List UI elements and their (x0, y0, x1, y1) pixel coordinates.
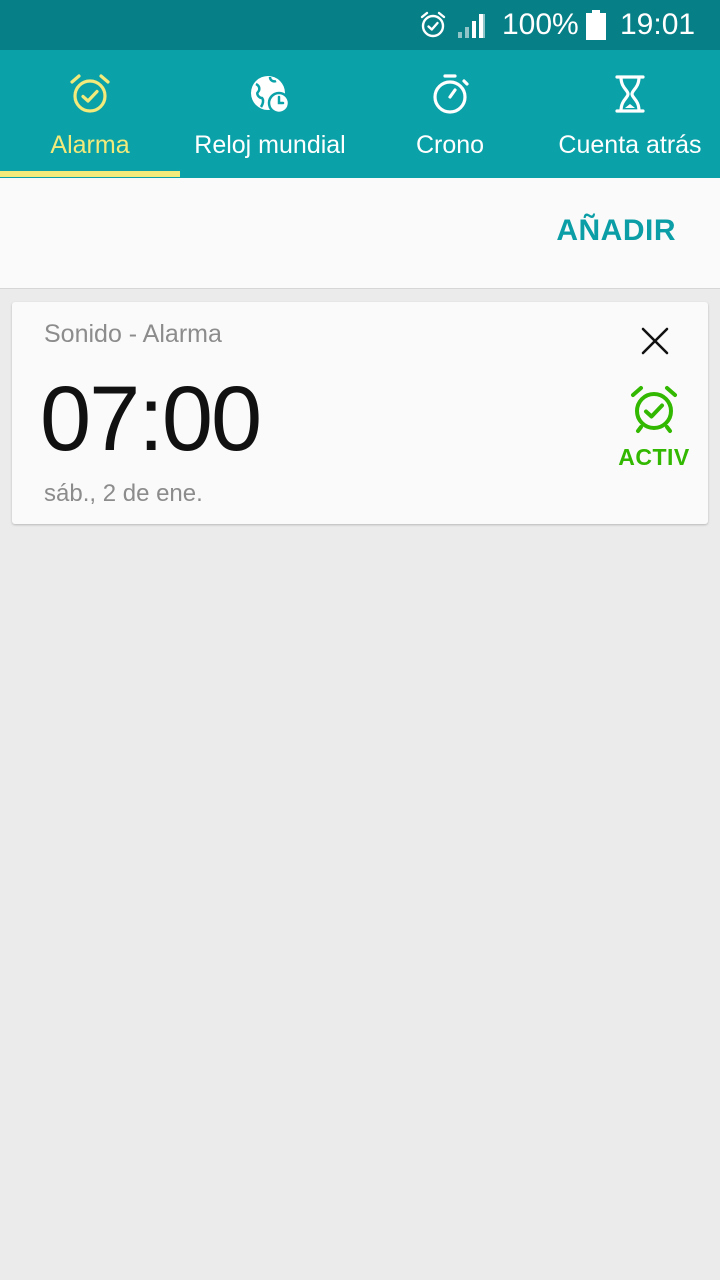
hourglass-icon (615, 75, 645, 113)
battery-percent: 100% (502, 8, 579, 41)
tab-label: Crono (415, 131, 485, 159)
tab-crono[interactable]: Crono (360, 50, 540, 178)
alarm-clock-icon (70, 74, 110, 113)
stopwatch-icon (433, 74, 469, 114)
add-alarm-button[interactable]: AÑADIR (556, 214, 676, 248)
tab-label: Cuenta atrás (558, 131, 702, 159)
world-clock-icon (251, 76, 291, 115)
alarm-date: sáb., 2 de ene. (44, 480, 203, 507)
signal-icon (458, 14, 485, 38)
alarm-toggle-button[interactable]: ACTIV (612, 384, 696, 476)
tab-label: Reloj mundial (194, 131, 346, 159)
status-time: 19:01 (620, 8, 696, 41)
battery-icon (586, 10, 606, 40)
action-bar: AÑADIR (0, 178, 720, 289)
alarm-card[interactable]: Sonido - Alarma 07:00 sáb., 2 de ene. AC… (12, 302, 708, 524)
tab-reloj-mundial[interactable]: Reloj mundial (180, 50, 360, 178)
close-icon (641, 327, 669, 355)
tab-cuenta-atras[interactable]: Cuenta atrás (540, 50, 720, 178)
active-tab-indicator (0, 171, 180, 177)
alarm-icon (420, 11, 446, 38)
delete-alarm-button[interactable] (634, 320, 676, 362)
status-bar: 100% 19:01 (0, 0, 720, 50)
alarm-status-label: ACTIV (618, 444, 690, 470)
alarm-active-icon (631, 386, 677, 433)
alarm-name: Sonido - Alarma (44, 320, 222, 348)
alarm-time: 07:00 (40, 368, 262, 470)
tab-alarma[interactable]: Alarma (0, 50, 180, 178)
tab-bar: Alarma Reloj mundial Crono Cuenta atrás (0, 50, 720, 178)
tab-label: Alarma (50, 131, 130, 159)
